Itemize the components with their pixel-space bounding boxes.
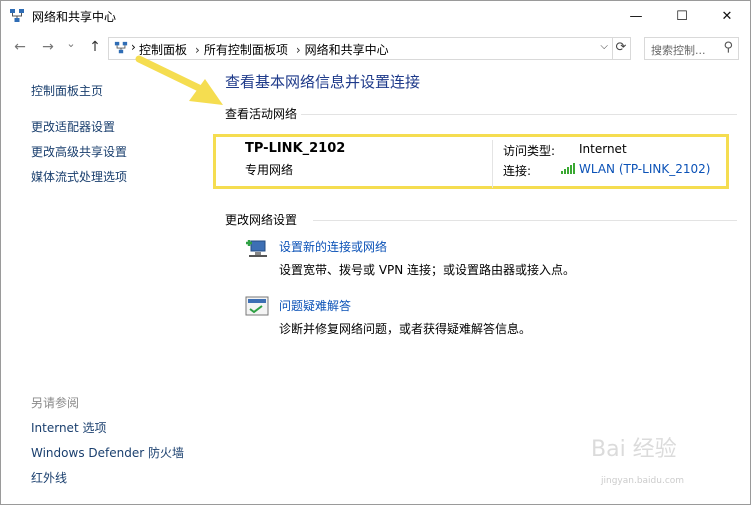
title-bar: 网络和共享中心 — ☐ ✕ <box>1 1 750 32</box>
search-input[interactable]: 搜索控制... ⚲ <box>644 37 739 60</box>
access-type-label: 访问类型: <box>503 144 556 158</box>
wifi-signal-icon <box>561 163 575 174</box>
media-streaming-options-link[interactable]: 媒体流式处理选项 <box>31 168 127 185</box>
window: 网络和共享中心 — ☐ ✕ ← → ⌄ ↑ › 控制面板 › 所有控制面板项 › 网络和… <box>0 0 751 505</box>
connections-label: 连接: <box>503 164 532 178</box>
change-network-settings-title: 更改网络设置 <box>225 213 298 227</box>
change-advanced-sharing-link[interactable]: 更改高级共享设置 <box>31 143 127 160</box>
annotation-arrow-icon <box>135 55 223 105</box>
troubleshoot-problems-link[interactable]: 问题疑难解答 <box>279 297 351 314</box>
network-location-icon <box>114 41 128 54</box>
up-arrow-icon[interactable]: ↑ <box>85 39 105 55</box>
refresh-button[interactable]: ⟳ <box>612 37 631 60</box>
troubleshoot-icon <box>245 296 269 316</box>
setup-new-connection-link[interactable]: 设置新的连接或网络 <box>279 238 387 255</box>
network-center-icon <box>10 9 24 22</box>
network-category: 专用网络 <box>245 163 294 177</box>
minimize-button[interactable]: — <box>613 1 659 32</box>
close-button[interactable]: ✕ <box>704 1 750 32</box>
infrared-link[interactable]: 红外线 <box>31 469 67 486</box>
new-connection-icon <box>246 240 267 257</box>
section-divider <box>301 114 737 115</box>
section-divider <box>313 220 737 221</box>
access-type-value: Internet <box>579 142 627 156</box>
change-adapter-settings-link[interactable]: 更改适配器设置 <box>31 118 115 135</box>
recent-locations-icon[interactable]: ⌄ <box>61 37 81 50</box>
setup-new-connection-desc: 设置宽带、拨号或 VPN 连接；或设置路由器或接入点。 <box>279 263 576 277</box>
watermark-url: jingyan.baidu.com <box>601 476 685 486</box>
back-arrow-icon[interactable]: ← <box>10 39 30 55</box>
search-placeholder: 搜索控制... <box>651 44 706 57</box>
breadcrumb-network-center[interactable]: 网络和共享中心 <box>305 43 389 57</box>
window-title: 网络和共享中心 <box>32 10 117 24</box>
internet-options-link[interactable]: Internet 选项 <box>31 419 106 436</box>
active-networks-title: 查看活动网络 <box>225 107 298 121</box>
search-icon[interactable]: ⚲ <box>723 40 733 55</box>
wlan-connection-link[interactable]: WLAN (TP-LINK_2102) <box>579 162 710 176</box>
windows-defender-firewall-link[interactable]: Windows Defender 防火墙 <box>31 444 184 461</box>
troubleshoot-problems-desc: 诊断并修复网络问题，或者获得疑难解答信息。 <box>279 322 532 336</box>
see-also-title: 另请参阅 <box>31 396 80 410</box>
maximize-button[interactable]: ☐ <box>659 1 705 32</box>
control-panel-home-link[interactable]: 控制面板主页 <box>31 82 103 99</box>
address-dropdown-icon[interactable]: ⌵ <box>600 41 608 52</box>
forward-arrow-icon[interactable]: → <box>38 39 58 55</box>
watermark-logo: Bai 经验 <box>591 437 677 462</box>
navigation-bar: ← → ⌄ ↑ › 控制面板 › 所有控制面板项 › 网络和共享中心 ⌵ ⟳ 搜索控制.… <box>1 33 750 63</box>
breadcrumb-separator: › <box>295 43 301 57</box>
panel-divider <box>492 140 493 188</box>
page-title: 查看基本网络信息并设置连接 <box>225 73 421 91</box>
network-name: TP-LINK_2102 <box>245 141 346 156</box>
